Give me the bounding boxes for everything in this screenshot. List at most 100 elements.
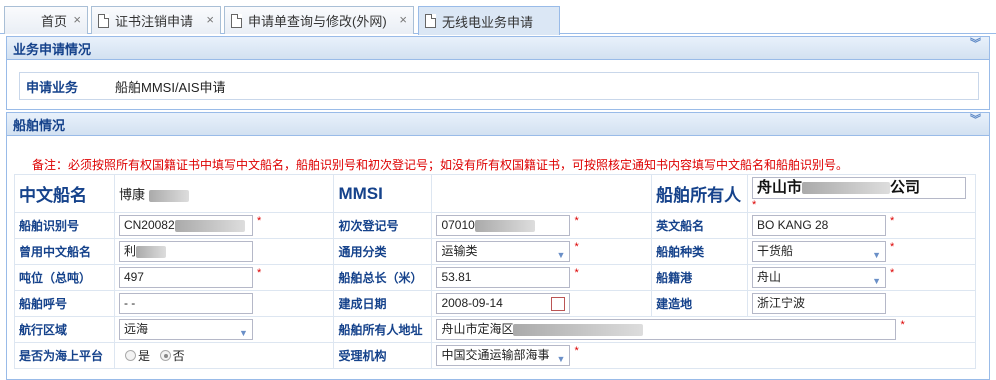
en-name-cell: BO KANG 28 * (746, 212, 977, 239)
tonnage-label: 吨位（总吨） (14, 264, 115, 291)
required-mark: * (574, 215, 579, 227)
nav-area-select[interactable]: 远海 ▼ (118, 319, 253, 340)
required-mark: * (256, 267, 262, 279)
collapse-icon[interactable]: ︾ (970, 39, 981, 50)
tab-bar: 首页 × 证书注销申请 × 申请单查询与修改(外网) × 无线电业务申请 (0, 0, 996, 35)
former-name-value: 利 (123, 244, 136, 258)
required-mark: * (574, 241, 579, 253)
owner-value-suffix: 公司 (890, 178, 921, 196)
build-place-cell: 浙江宁波 (746, 290, 977, 317)
owner-input[interactable]: 舟山市 公司 (751, 176, 966, 199)
en-name-input[interactable]: BO KANG 28 (751, 215, 886, 236)
ship-id-label: 船舶识别号 (14, 212, 115, 239)
general-class-value: 运输类 (441, 244, 478, 258)
chevron-down-icon: ▼ (872, 250, 881, 260)
ship-type-value: 干货船 (756, 244, 793, 258)
cn-name-cell: 博康 (113, 174, 335, 213)
build-place-input[interactable]: 浙江宁波 (751, 293, 886, 314)
build-date-value: 2008-09-14 (441, 296, 503, 310)
document-icon (425, 14, 436, 28)
document-icon (98, 13, 109, 28)
required-mark: * (889, 215, 895, 227)
owner-addr-input[interactable]: 舟山市定海区 (436, 319, 897, 340)
port-label: 船籍港 (651, 264, 748, 291)
build-date-input[interactable]: 2008-09-14 (436, 293, 571, 314)
required-mark: * (889, 241, 895, 253)
length-cell: 53.81 * (431, 264, 653, 291)
tab-query-modify[interactable]: 申请单查询与修改(外网) × (224, 6, 414, 34)
cn-name-value: 博康 (118, 187, 145, 202)
close-icon[interactable]: × (73, 12, 81, 27)
agency-value: 中国交通运输部海事 (441, 348, 550, 362)
tab-cert-cancel-label: 证书注销申请 (115, 14, 194, 29)
close-icon[interactable]: × (399, 12, 407, 27)
ship-id-input[interactable]: CN20082 (118, 215, 253, 236)
nav-area-label: 航行区域 (14, 316, 115, 343)
close-icon[interactable]: × (206, 12, 214, 27)
owner-label: 船舶所有人 (651, 174, 748, 213)
chevron-down-icon: ▼ (872, 276, 881, 286)
build-date-cell: 2008-09-14 (431, 290, 653, 317)
agency-label: 受理机构 (333, 342, 433, 369)
tab-cert-cancel[interactable]: 证书注销申请 × (91, 6, 221, 34)
required-mark: * (751, 198, 757, 211)
tonnage-input[interactable]: 497 (118, 267, 253, 288)
redacted-blur (148, 189, 189, 202)
apply-value: 船舶MMSI/AIS申请 (115, 79, 226, 95)
first-reg-label: 初次登记号 (333, 212, 433, 239)
business-panel-header[interactable]: 业务申请情况 ︾ (6, 36, 990, 60)
redacted-blur (513, 323, 644, 336)
first-reg-input[interactable]: 07010 (436, 215, 571, 236)
former-name-cell: 利 (113, 238, 335, 265)
platform-label: 是否为海上平台 (14, 342, 115, 369)
former-name-input[interactable]: 利 (118, 241, 253, 262)
required-mark: * (900, 319, 905, 331)
tab-query-modify-label: 申请单查询与修改(外网) (248, 14, 387, 29)
chevron-down-icon: ▼ (239, 328, 248, 338)
general-class-label: 通用分类 (333, 238, 433, 265)
ship-panel-title: 船舶情况 (13, 117, 66, 133)
general-class-select[interactable]: 运输类 ▼ (436, 241, 571, 262)
redacted-blur (174, 219, 245, 232)
call-sign-input[interactable]: - - (118, 293, 253, 314)
platform-cell: 是 否 (113, 342, 335, 369)
chevron-down-icon: ▼ (556, 354, 566, 364)
ship-type-select[interactable]: 干货船 ▼ (751, 241, 886, 262)
collapse-icon[interactable]: ︾ (970, 115, 981, 126)
required-mark: * (889, 267, 895, 279)
redacted-blur (135, 245, 166, 258)
platform-yes-label: 是 (137, 349, 150, 364)
former-name-label: 曾用中文船名 (14, 238, 115, 265)
owner-addr-value: 舟山市定海区 (441, 322, 514, 336)
agency-select[interactable]: 中国交通运输部海事 ▼ (436, 345, 571, 366)
platform-no-radio[interactable] (159, 350, 171, 362)
tab-radio-business[interactable]: 无线电业务申请 (418, 6, 560, 35)
nav-area-cell: 远海 ▼ (113, 316, 335, 343)
tab-radio-business-label: 无线电业务申请 (442, 14, 534, 30)
mmsi-label: MMSI (333, 174, 433, 213)
redacted-blur (474, 219, 535, 232)
port-select[interactable]: 舟山 ▼ (751, 267, 886, 288)
port-value: 舟山 (756, 270, 781, 284)
notice-text: 备注：必须按照所有权国籍证书中填写中文船名，船舶识别号和初次登记号；如没有所有权… (32, 158, 849, 172)
owner-cell: 舟山市 公司 * (746, 174, 977, 213)
owner-addr-cell: 舟山市定海区 * (431, 316, 976, 343)
business-panel-body: 申请业务 船舶MMSI/AIS申请 (6, 60, 990, 110)
build-date-label: 建成日期 (333, 290, 433, 317)
owner-addr-label: 船舶所有人地址 (333, 316, 433, 343)
mmsi-value (431, 174, 653, 213)
ship-id-cell: CN20082 * (113, 212, 335, 239)
call-sign-label: 船舶呼号 (14, 290, 115, 317)
required-mark: * (574, 345, 579, 357)
length-input[interactable]: 53.81 (436, 267, 571, 288)
ship-type-label: 船舶种类 (651, 238, 748, 265)
apply-label: 申请业务 (26, 79, 79, 95)
required-mark: * (574, 267, 579, 279)
calendar-icon[interactable] (551, 297, 566, 311)
first-reg-cell: 07010 * (431, 212, 653, 239)
platform-yes-radio[interactable] (124, 350, 136, 362)
nav-area-value: 远海 (123, 322, 148, 336)
owner-value-prefix: 舟山市 (756, 178, 802, 196)
tab-home[interactable]: 首页 × (4, 6, 88, 34)
ship-panel-header[interactable]: 船舶情况 ︾ (6, 112, 990, 136)
